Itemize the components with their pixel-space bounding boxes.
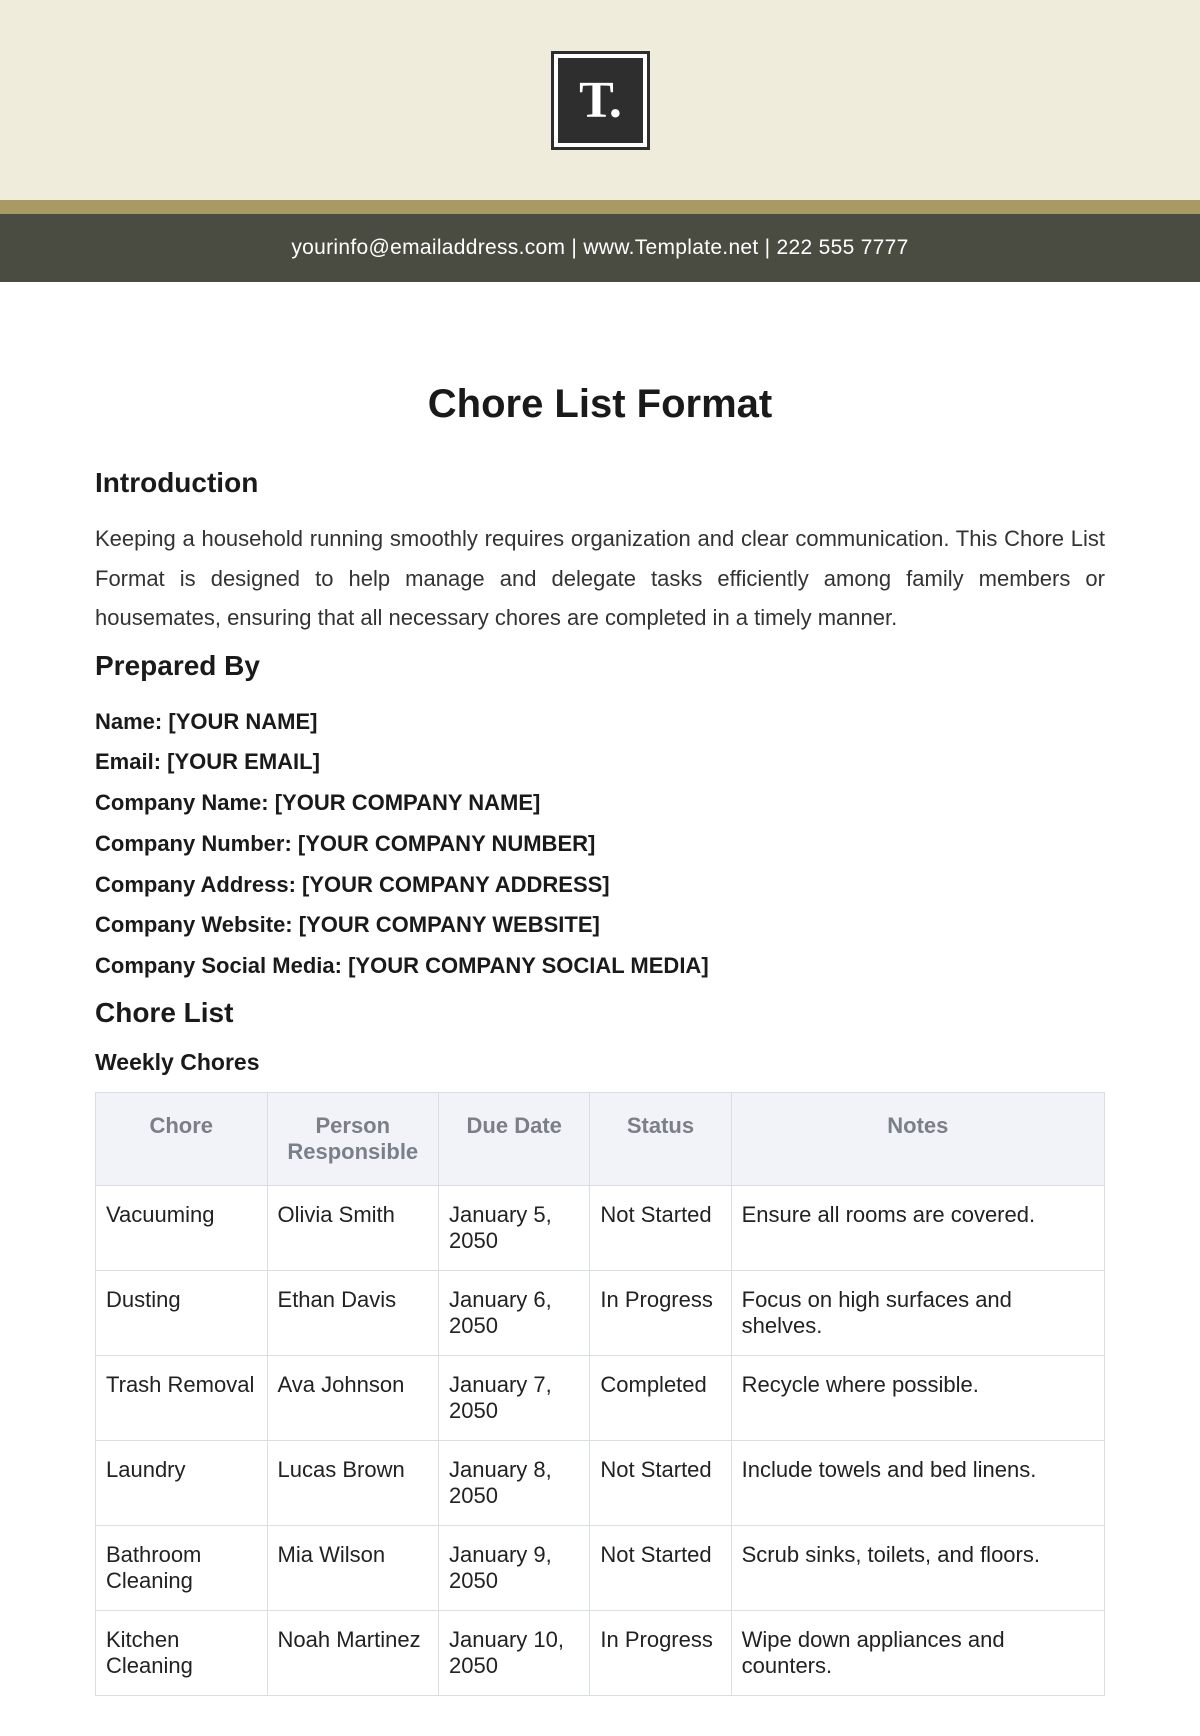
col-person: Person Responsible: [267, 1092, 439, 1185]
cell-chore: Dusting: [96, 1270, 268, 1355]
field-name: Name: [YOUR NAME]: [95, 702, 1105, 743]
field-value: [YOUR COMPANY ADDRESS]: [302, 872, 610, 897]
cell-due: January 8, 2050: [439, 1440, 590, 1525]
cell-notes: Recycle where possible.: [731, 1355, 1104, 1440]
cell-status: Not Started: [590, 1440, 731, 1525]
cell-status: Not Started: [590, 1525, 731, 1610]
cell-notes: Ensure all rooms are covered.: [731, 1185, 1104, 1270]
field-value: [YOUR NAME]: [168, 709, 317, 734]
field-value: [YOUR EMAIL]: [167, 749, 320, 774]
cell-chore: Trash Removal: [96, 1355, 268, 1440]
col-chore: Chore: [96, 1092, 268, 1185]
field-company-address: Company Address: [YOUR COMPANY ADDRESS]: [95, 865, 1105, 906]
field-value: [YOUR COMPANY SOCIAL MEDIA]: [348, 953, 709, 978]
cell-chore: Vacuuming: [96, 1185, 268, 1270]
document-body: Chore List Format Introduction Keeping a…: [0, 282, 1200, 1736]
cell-person: Ethan Davis: [267, 1270, 439, 1355]
table-row: Vacuuming Olivia Smith January 5, 2050 N…: [96, 1185, 1105, 1270]
cell-status: In Progress: [590, 1270, 731, 1355]
gold-divider: [0, 200, 1200, 214]
logo: T.: [554, 54, 647, 147]
logo-text: T.: [579, 71, 621, 130]
cell-status: Completed: [590, 1355, 731, 1440]
field-company-name: Company Name: [YOUR COMPANY NAME]: [95, 783, 1105, 824]
header-top: T.: [0, 0, 1200, 200]
table-row: Kitchen Cleaning Noah Martinez January 1…: [96, 1610, 1105, 1695]
cell-person: Olivia Smith: [267, 1185, 439, 1270]
field-company-website: Company Website: [YOUR COMPANY WEBSITE]: [95, 905, 1105, 946]
contact-bar: yourinfo@emailaddress.com | www.Template…: [0, 214, 1200, 282]
field-email: Email: [YOUR EMAIL]: [95, 742, 1105, 783]
cell-status: Not Started: [590, 1185, 731, 1270]
field-value: [YOUR COMPANY NUMBER]: [298, 831, 595, 856]
page-title: Chore List Format: [95, 382, 1105, 427]
cell-due: January 5, 2050: [439, 1185, 590, 1270]
cell-notes: Scrub sinks, toilets, and floors.: [731, 1525, 1104, 1610]
field-label: Company Number:: [95, 831, 292, 856]
contact-info: yourinfo@emailaddress.com | www.Template…: [291, 236, 908, 259]
cell-person: Mia Wilson: [267, 1525, 439, 1610]
prepared-by-list: Name: [YOUR NAME] Email: [YOUR EMAIL] Co…: [95, 702, 1105, 987]
cell-chore: Laundry: [96, 1440, 268, 1525]
field-company-social: Company Social Media: [YOUR COMPANY SOCI…: [95, 946, 1105, 987]
cell-person: Noah Martinez: [267, 1610, 439, 1695]
chore-list-heading: Chore List: [95, 997, 1105, 1029]
introduction-heading: Introduction: [95, 467, 1105, 499]
col-due-date: Due Date: [439, 1092, 590, 1185]
introduction-text: Keeping a household running smoothly req…: [95, 519, 1105, 638]
cell-notes: Include towels and bed linens.: [731, 1440, 1104, 1525]
col-notes: Notes: [731, 1092, 1104, 1185]
field-company-number: Company Number: [YOUR COMPANY NUMBER]: [95, 824, 1105, 865]
field-label: Company Address:: [95, 872, 296, 897]
table-row: Dusting Ethan Davis January 6, 2050 In P…: [96, 1270, 1105, 1355]
weekly-chores-heading: Weekly Chores: [95, 1049, 1105, 1076]
cell-status: In Progress: [590, 1610, 731, 1695]
col-status: Status: [590, 1092, 731, 1185]
cell-person: Ava Johnson: [267, 1355, 439, 1440]
cell-due: January 10, 2050: [439, 1610, 590, 1695]
prepared-by-heading: Prepared By: [95, 650, 1105, 682]
field-value: [YOUR COMPANY NAME]: [275, 790, 541, 815]
table-row: Bathroom Cleaning Mia Wilson January 9, …: [96, 1525, 1105, 1610]
cell-chore: Kitchen Cleaning: [96, 1610, 268, 1695]
field-label: Company Name:: [95, 790, 269, 815]
field-label: Company Website:: [95, 912, 293, 937]
field-value: [YOUR COMPANY WEBSITE]: [299, 912, 600, 937]
cell-due: January 6, 2050: [439, 1270, 590, 1355]
field-label: Company Social Media:: [95, 953, 342, 978]
cell-notes: Wipe down appliances and counters.: [731, 1610, 1104, 1695]
table-header-row: Chore Person Responsible Due Date Status…: [96, 1092, 1105, 1185]
field-label: Name:: [95, 709, 162, 734]
cell-chore: Bathroom Cleaning: [96, 1525, 268, 1610]
chore-table: Chore Person Responsible Due Date Status…: [95, 1092, 1105, 1696]
table-row: Laundry Lucas Brown January 8, 2050 Not …: [96, 1440, 1105, 1525]
cell-due: January 7, 2050: [439, 1355, 590, 1440]
cell-person: Lucas Brown: [267, 1440, 439, 1525]
cell-due: January 9, 2050: [439, 1525, 590, 1610]
field-label: Email:: [95, 749, 161, 774]
table-row: Trash Removal Ava Johnson January 7, 205…: [96, 1355, 1105, 1440]
cell-notes: Focus on high surfaces and shelves.: [731, 1270, 1104, 1355]
